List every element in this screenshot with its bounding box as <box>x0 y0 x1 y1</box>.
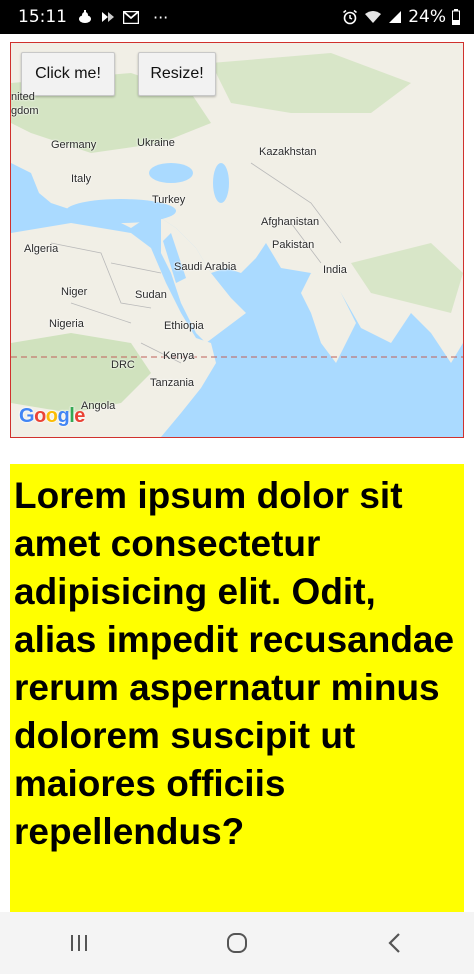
map[interactable]: Click me! Resize! nited gdom Germany Ukr… <box>10 42 464 438</box>
weather-icon <box>77 10 93 24</box>
navigation-bar <box>0 912 474 974</box>
back-icon <box>388 933 400 953</box>
map-label-germany: Germany <box>51 139 97 151</box>
app-notification-icon <box>101 10 115 24</box>
map-label-ethiopia: Ethiopia <box>164 320 204 332</box>
map-label-ukraine: Ukraine <box>137 137 175 149</box>
map-label-kazakhstan: Kazakhstan <box>259 146 317 158</box>
back-button[interactable] <box>365 919 425 967</box>
battery-icon <box>452 9 460 25</box>
status-bar: 15:11 ··· 24% <box>0 0 474 34</box>
more-notifications: ··· <box>153 7 169 27</box>
map-label-pakistan: Pakistan <box>272 239 315 251</box>
resize-button[interactable]: Resize! <box>138 52 216 96</box>
google-logo: Google <box>19 405 85 427</box>
lorem-text: Lorem ipsum dolor sit amet consectetur a… <box>14 475 455 852</box>
status-right: 24% <box>342 7 460 27</box>
wifi-icon <box>364 10 382 24</box>
map-label-algeria: Algeria <box>24 243 59 255</box>
map-label-angola: Angola <box>81 400 116 412</box>
gmail-icon <box>123 10 139 24</box>
map-label-niger: Niger <box>61 286 88 298</box>
signal-icon <box>388 10 402 24</box>
map-canvas[interactable] <box>11 43 463 437</box>
home-icon <box>227 933 247 953</box>
map-label-nigeria: Nigeria <box>49 318 84 330</box>
map-label-tanzania: Tanzania <box>150 377 195 389</box>
map-label-italy: Italy <box>71 173 92 185</box>
map-label-kenya: Kenya <box>163 350 195 362</box>
map-label-sudan: Sudan <box>135 289 167 301</box>
map-label-kingdom: gdom <box>11 105 39 117</box>
map-label-turkey: Turkey <box>152 194 186 206</box>
home-button[interactable] <box>207 919 267 967</box>
content-block: Lorem ipsum dolor sit amet consectetur a… <box>10 464 464 914</box>
map-label-afghanistan: Afghanistan <box>261 216 320 228</box>
map-label-drc: DRC <box>111 359 135 371</box>
map-label-saudi-arabia: Saudi Arabia <box>174 261 237 273</box>
battery-percent: 24% <box>408 7 446 27</box>
click-me-button[interactable]: Click me! <box>21 52 115 96</box>
recent-apps-button[interactable] <box>49 919 109 967</box>
map-label-india: India <box>323 264 347 276</box>
status-left-icons: ··· <box>77 8 168 27</box>
alarm-icon <box>342 9 358 25</box>
map-label-united: nited <box>11 91 35 103</box>
recent-apps-icon <box>71 935 87 951</box>
status-time: 15:11 <box>18 7 67 27</box>
